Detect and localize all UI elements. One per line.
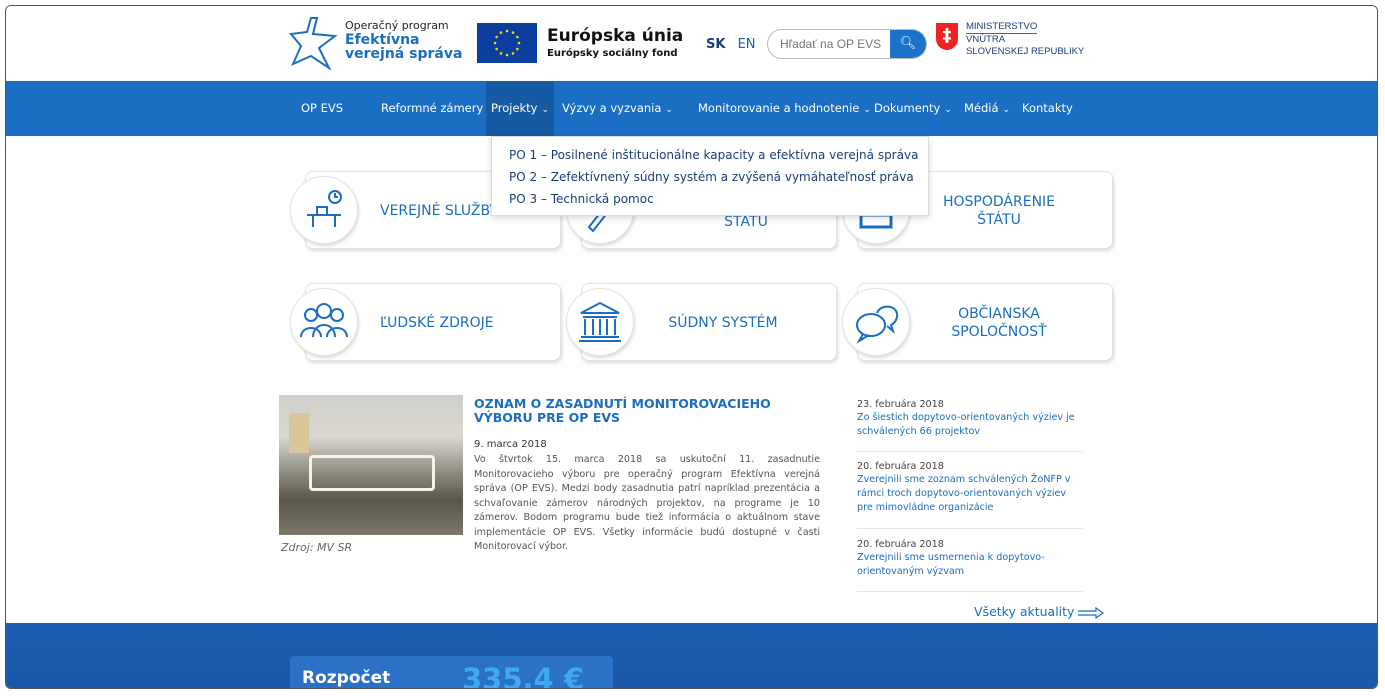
chevron-down-icon: ⌄ [863,105,871,115]
sidebar-news-item[interactable]: 23. februára 2018 Zo šiestich dopytovo-o… [857,399,1083,439]
nav-label: Výzvy a vyzvania [562,101,662,115]
sidebar-news-link[interactable]: Zverejnili sme usmernenia k dopytovo-ori… [857,551,1083,579]
card-label: SÚDNY SYSTÉM [668,315,778,331]
nav-label: Reformné zámery [381,101,484,115]
card-label: ĽUDSKÉ ZDROJE [380,315,494,331]
photo-caption: Zdroj: MV SR [281,541,353,554]
photo-table [309,455,435,491]
nav-label: OP EVS [301,101,344,115]
card-label-line2: ŠTÁTU [977,212,1021,228]
ministry-line1: MINISTERSTVO [966,21,1038,34]
all-news-link[interactable]: Všetky aktuality [974,604,1105,619]
nav-item-projekty[interactable]: Projekty ⌄ [486,81,555,136]
lang-en-link[interactable]: EN [738,37,756,52]
main-navigation: OP EVS Reformné zámery⌄ Projekty⌄ Výzvy … [6,81,1377,136]
desk-clock-icon [290,176,358,244]
ministry-line2: VNÚTRA [966,34,1006,45]
eu-title: Európska únia [547,26,684,46]
chevron-down-icon: ⌄ [1002,105,1011,115]
budget-section [6,623,1377,688]
news-photo[interactable] [279,395,463,535]
eu-flag-icon [477,23,537,63]
divider [857,451,1083,452]
nav-item-kontakty[interactable]: Kontakty [1022,81,1073,136]
nav-label: Projekty [491,101,538,115]
sidebar-news-link[interactable]: Zverejnili sme zoznam schválených ŽoNFP … [857,473,1083,515]
sidebar-news-date: 20. februára 2018 [857,539,944,550]
nav-item-vyzvy[interactable]: Výzvy a vyzvania ⌄ [562,81,673,136]
language-switcher: SK EN [706,37,756,52]
nav-label: Monitorovanie a hodnotenie [698,101,860,115]
search-icon: 🔍︎ [899,36,917,51]
nav-item-reformne-zamery[interactable]: Reformné zámery⌄ [381,81,495,136]
chevron-down-icon: ⌄ [541,105,550,115]
nav-item-op-evs[interactable]: OP EVS [301,81,343,136]
sidebar-news-item[interactable]: 20. februára 2018 Zverejnili sme zoznam … [857,461,1083,515]
sidebar-news-link[interactable]: Zo šiestich dopytovo-orientovaných výzie… [857,411,1083,439]
news-body: Vo štvrtok 15. marca 2018 sa uskutoční 1… [474,454,820,552]
news-date: 9. marca 2018 [474,439,547,450]
nav-label: Kontakty [1022,101,1073,115]
program-line3: verejná správa [345,46,463,62]
site-header: Operačný program Efektívna verejná správ… [6,6,1377,81]
lang-sk-link[interactable]: SK [706,37,725,52]
dropdown-item-po2[interactable]: PO 2 – Zefektívnený súdny systém a zvýše… [509,170,914,184]
program-line1: Operačný program [345,19,449,32]
search-box: 🔍︎ [767,29,927,59]
budget-box: Rozpočet 335,4 € [290,656,613,689]
ministry-line3: SLOVENSKEJ REPUBLIKY [966,46,1085,57]
courthouse-icon [566,288,634,356]
dropdown-item-po1[interactable]: PO 1 – Posilnené inštitucionálne kapacit… [509,148,918,162]
news-title-link[interactable]: OZNAM O ZASADNUTÍ MONITOROVACIEHO VÝBORU… [474,397,824,425]
nav-label: Dokumenty [874,101,941,115]
sidebar-news-date: 20. februára 2018 [857,461,944,472]
divider [857,528,1083,529]
nav-item-media[interactable]: Médiá ⌄ [964,81,1010,136]
browser-viewport: Operačný program Efektívna verejná správ… [5,5,1378,689]
people-icon [290,288,358,356]
arrow-right-icon [1078,606,1105,619]
divider [857,591,1083,592]
nav-label: Médiá [964,101,999,115]
budget-label: Rozpočet [302,668,391,688]
search-input[interactable] [778,36,894,52]
speech-bubbles-icon [842,288,910,356]
eu-label: Európska únia Európsky sociálny fond [547,26,683,59]
card-label-line1: OBČIANSKA [958,306,1040,322]
photo-flag [289,413,309,453]
op-evs-logo[interactable]: Operačný program Efektívna verejná správ… [289,14,469,72]
eu-subtitle: Európsky sociálny fond [547,48,678,59]
search-button[interactable]: 🔍︎ [890,30,926,58]
star-logo-icon [289,17,338,71]
nav-item-monitorovanie[interactable]: Monitorovanie a hodnotenie ⌄ [698,81,871,136]
nav-item-dokumenty[interactable]: Dokumenty ⌄ [874,81,952,136]
chevron-down-icon: ⌄ [944,105,952,115]
budget-value: 335,4 € [462,662,585,689]
chevron-down-icon: ⌄ [665,105,673,115]
coat-of-arms-icon: ‡ [936,23,958,50]
sidebar-news-date: 23. februára 2018 [857,399,944,410]
all-news-label: Všetky aktuality [974,604,1075,619]
program-line2: Efektívna [345,32,420,48]
card-label-line2: SPOLOČNOSŤ [951,324,1047,340]
projekty-dropdown-menu: PO 1 – Posilnené inštitucionálne kapacit… [491,136,929,216]
sidebar-news-item[interactable]: 20. februára 2018 Zverejnili sme usmerne… [857,539,1083,579]
card-label-line1: HOSPODÁRENIE [942,194,1056,210]
dropdown-item-po3[interactable]: PO 3 – Technická pomoc [509,192,654,206]
